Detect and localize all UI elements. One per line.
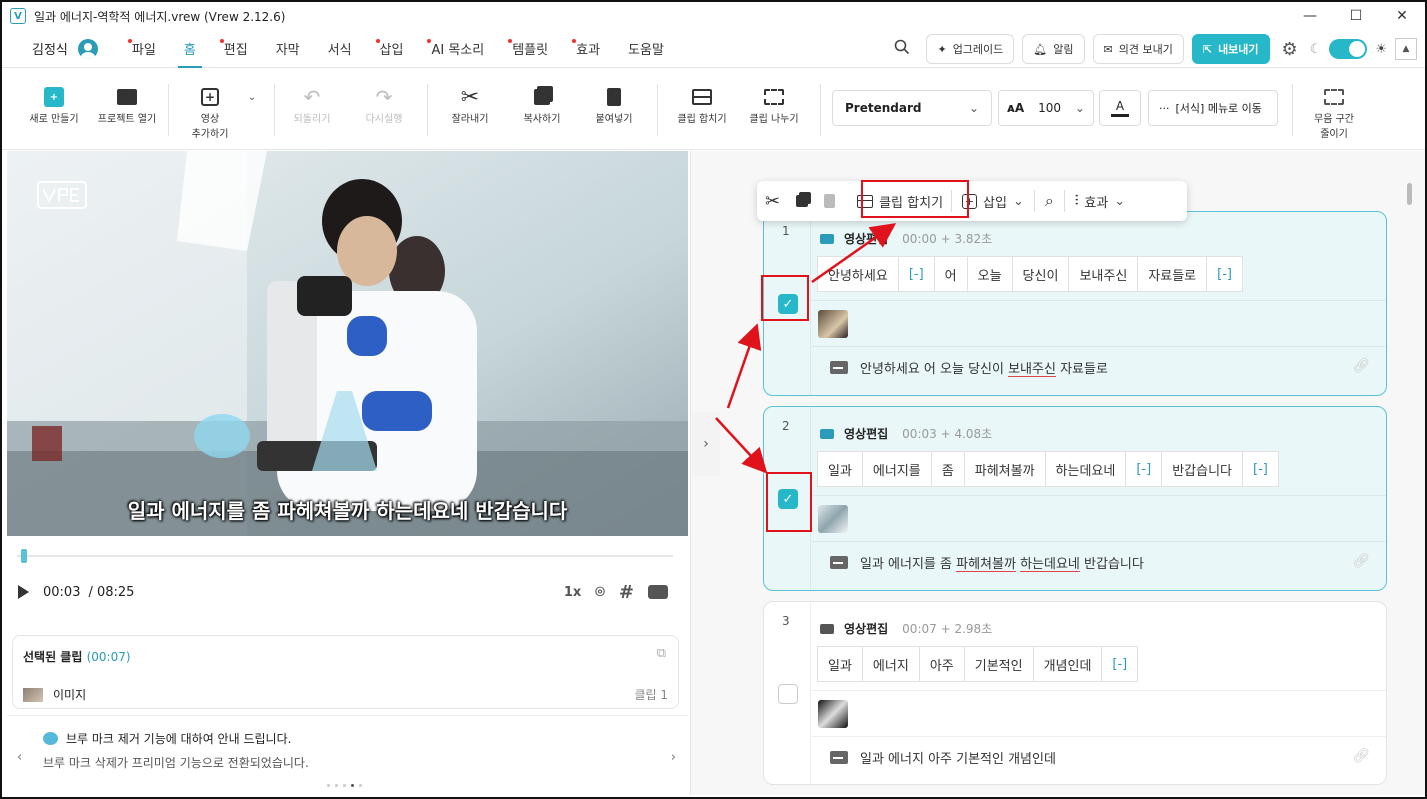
annotation-arrows xyxy=(715,223,897,474)
